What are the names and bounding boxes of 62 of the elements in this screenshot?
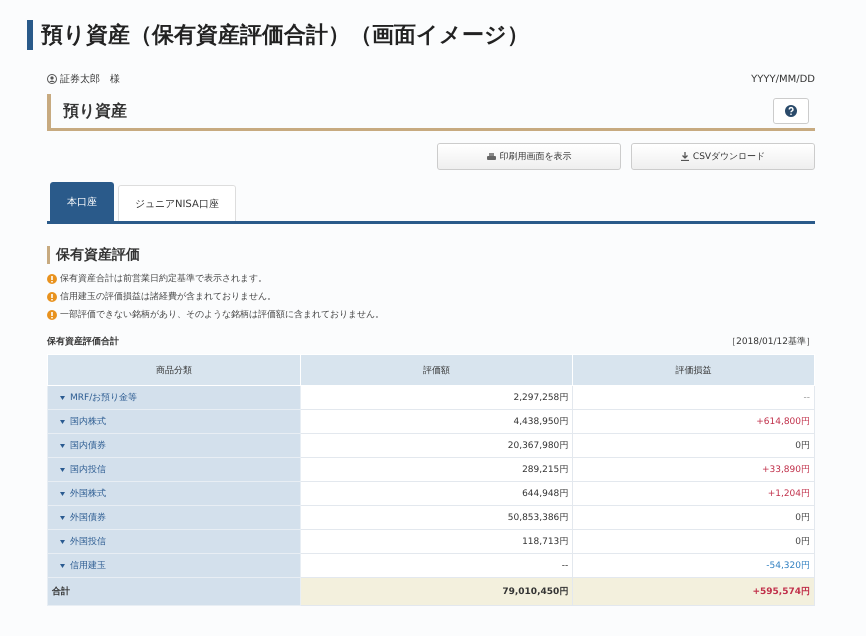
total-label: 合計 bbox=[48, 578, 301, 606]
download-button[interactable]: CSVダウンロード bbox=[631, 143, 815, 170]
download-icon bbox=[680, 152, 689, 161]
column-header: 評価額 bbox=[300, 354, 573, 386]
account-tab[interactable]: 本口座 bbox=[50, 182, 114, 221]
value-cell: 20,367,980円 bbox=[300, 434, 573, 458]
gain-text: 0円 bbox=[795, 513, 810, 523]
gain-text: 0円 bbox=[795, 441, 810, 451]
value-cell: -- bbox=[300, 554, 573, 578]
caret-icon bbox=[60, 420, 65, 424]
basis-date: ［2018/01/12基準］ bbox=[727, 336, 815, 348]
warning-icon bbox=[47, 310, 57, 320]
value-cell: 118,713円 bbox=[300, 530, 573, 554]
value-cell: 289,215円 bbox=[300, 458, 573, 482]
column-header: 商品分類 bbox=[48, 354, 301, 386]
total-gain-cell: +595,574円 bbox=[572, 578, 814, 606]
gain-text: +614,800円 bbox=[756, 417, 810, 427]
section-accent-bar bbox=[47, 246, 50, 264]
category-link[interactable]: 国内投信 bbox=[52, 463, 106, 476]
value-cell: 2,297,258円 bbox=[300, 386, 573, 410]
category-link[interactable]: 信用建玉 bbox=[52, 559, 106, 572]
gain-text: -- bbox=[804, 392, 810, 402]
total-value-cell: 79,010,450円 bbox=[300, 578, 573, 606]
category-link[interactable]: 国内株式 bbox=[52, 415, 106, 428]
gain-text: -54,320円 bbox=[766, 561, 810, 571]
date-text: YYYY/MM/DD bbox=[751, 74, 815, 84]
user-name: 証券太郎 様 bbox=[60, 72, 120, 86]
warning-icon bbox=[47, 274, 57, 284]
gain-text: +33,890円 bbox=[762, 465, 810, 475]
category-link[interactable]: 外国債券 bbox=[52, 511, 106, 524]
section-title: 保有資産評価 bbox=[56, 246, 140, 264]
gain-text: +1,204円 bbox=[768, 489, 810, 499]
note-text: 保有資産合計は前営業日約定基準で表示されます。 bbox=[60, 272, 267, 285]
value-cell: 4,438,950円 bbox=[300, 410, 573, 434]
category-link[interactable]: 外国投信 bbox=[52, 535, 106, 548]
caret-icon bbox=[60, 540, 65, 544]
value-cell: 644,948円 bbox=[300, 482, 573, 506]
user-icon bbox=[47, 74, 57, 84]
table-title: 保有資産評価合計 bbox=[47, 335, 119, 348]
page-title: 預り資産（保有資産評価合計）（画面イメージ） bbox=[41, 22, 529, 50]
value-cell: 50,853,386円 bbox=[300, 506, 573, 530]
help-button[interactable] bbox=[773, 98, 809, 124]
caret-icon bbox=[60, 468, 65, 472]
header-title: 預り資産 bbox=[63, 100, 127, 122]
category-link[interactable]: MRF/お預り金等 bbox=[52, 391, 138, 404]
category-link[interactable]: 国内債券 bbox=[52, 439, 106, 452]
category-link[interactable]: 外国株式 bbox=[52, 487, 106, 500]
help-icon bbox=[785, 105, 797, 117]
gain-text: 0円 bbox=[795, 537, 810, 547]
caret-icon bbox=[60, 396, 65, 400]
title-accent-bar bbox=[27, 20, 33, 50]
print-button[interactable]: 印刷用画面を表示 bbox=[437, 143, 621, 170]
caret-icon bbox=[60, 492, 65, 496]
caret-icon bbox=[60, 564, 65, 568]
printer-icon bbox=[486, 152, 496, 160]
column-header: 評価損益 bbox=[572, 354, 814, 386]
note-text: 一部評価できない銘柄があり、そのような銘柄は評価額に含まれておりません。 bbox=[60, 308, 384, 321]
warning-icon bbox=[47, 292, 57, 302]
note-text: 信用建玉の評価損益は諸経費が含まれておりません。 bbox=[60, 290, 276, 303]
account-tab[interactable]: ジュニアNISA口座 bbox=[118, 185, 236, 221]
caret-icon bbox=[60, 444, 65, 448]
caret-icon bbox=[60, 516, 65, 520]
